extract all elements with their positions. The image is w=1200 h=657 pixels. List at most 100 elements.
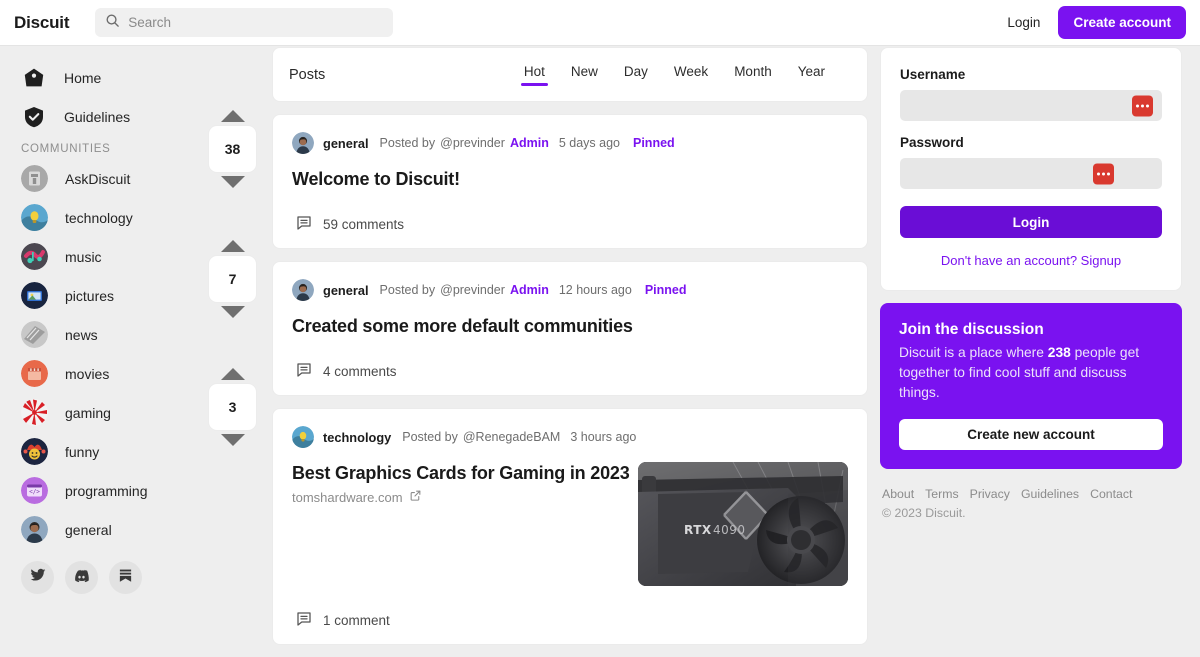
sidebar-item-home[interactable]: Home <box>0 58 271 97</box>
post-link-domain[interactable]: tomshardware.com <box>292 489 638 505</box>
post-footer: 59 comments <box>292 200 848 248</box>
footer-link-about[interactable]: About <box>882 487 914 501</box>
post-community[interactable]: general <box>323 283 369 298</box>
dot <box>1102 172 1105 175</box>
search-icon <box>105 13 120 33</box>
downvote-button[interactable] <box>220 433 246 447</box>
community-avatar-programming: </> <box>21 477 48 504</box>
upvote-button[interactable] <box>220 239 246 253</box>
post-meta: technology Posted by @RenegadeBAM 3 hour… <box>292 424 848 450</box>
comment-icon <box>295 610 313 631</box>
post-comments-button[interactable]: 1 comment <box>295 610 390 631</box>
tab-hot[interactable]: Hot <box>520 64 548 86</box>
post-title[interactable]: Created some more default communities <box>292 316 848 337</box>
post-author[interactable]: @RenegadeBAM <box>463 430 560 444</box>
upvote-button[interactable] <box>220 109 246 123</box>
community-avatar-news <box>21 321 48 348</box>
create-account-button[interactable]: Create account <box>1058 6 1186 39</box>
community-avatar-askdiscuit <box>21 165 48 192</box>
community-avatar-gaming <box>21 399 48 426</box>
post-author[interactable]: @previnder <box>440 136 505 150</box>
password-field-wrapper <box>900 158 1162 189</box>
comment-icon <box>295 361 313 382</box>
search-box[interactable] <box>95 8 394 37</box>
create-new-account-button[interactable]: Create new account <box>899 419 1163 450</box>
footer-link-contact[interactable]: Contact <box>1090 487 1132 501</box>
tab-year[interactable]: Year <box>798 64 825 86</box>
post-meta: general Posted by @previnder Admin 5 day… <box>292 130 848 156</box>
join-text-before: Discuit is a place where <box>899 345 1048 360</box>
substack-link[interactable] <box>109 561 142 594</box>
tab-new[interactable]: New <box>571 64 598 86</box>
post-author-badge: Admin <box>509 283 549 297</box>
sidebar-social-links <box>0 561 271 594</box>
signup-link[interactable]: Don't have an account? Signup <box>900 253 1162 268</box>
login-submit-button[interactable]: Login <box>900 206 1162 238</box>
post-thumbnail[interactable]: RTX 4090 <box>638 462 848 586</box>
downvote-button[interactable] <box>220 305 246 319</box>
post-comments-button[interactable]: 59 comments <box>295 214 404 235</box>
sidebar-item-programming[interactable]: </> programming <box>0 471 271 510</box>
post-posted-by-label: Posted by <box>402 430 458 444</box>
post-author[interactable]: @previnder <box>440 283 505 297</box>
tab-day[interactable]: Day <box>624 64 648 86</box>
post-timestamp: 5 days ago <box>558 136 620 150</box>
login-card: Username Password Login Don't have an ac… <box>880 47 1182 291</box>
shield-check-icon <box>21 104 47 130</box>
post-comments-count: 1 comment <box>323 612 390 628</box>
post-card: general Posted by @previnder Admin 5 day… <box>272 114 868 249</box>
brand-logo[interactable]: Discuit <box>14 13 69 33</box>
community-avatar-movies <box>21 360 48 387</box>
sidebar-item-news[interactable]: news <box>0 315 271 354</box>
post-vote-widget: 7 <box>209 239 256 319</box>
username-input[interactable] <box>900 90 1162 121</box>
community-avatar-general[interactable] <box>292 132 314 154</box>
post-feed: Posts Hot New Day Week Month Year genera… <box>272 47 868 657</box>
sidebar-item-label: technology <box>65 209 133 226</box>
substack-icon <box>118 568 133 588</box>
login-link[interactable]: Login <box>1007 15 1040 30</box>
footer-link-privacy[interactable]: Privacy <box>970 487 1010 501</box>
post-footer: 1 comment <box>292 596 848 644</box>
join-discussion-card: Join the discussion Discuit is a place w… <box>880 303 1182 469</box>
navbar-actions: Login Create account <box>1007 6 1186 39</box>
post-pinned-badge: Pinned <box>644 283 687 297</box>
tab-month[interactable]: Month <box>734 64 772 86</box>
post-title[interactable]: Best Graphics Cards for Gaming in 2023 <box>292 463 638 484</box>
sidebar-item-technology[interactable]: technology <box>0 198 271 237</box>
community-avatar-technology[interactable] <box>292 426 314 448</box>
search-input[interactable] <box>128 15 384 30</box>
post-footer: 4 comments <box>292 347 848 395</box>
discord-link[interactable] <box>65 561 98 594</box>
page-body: Home Guidelines COMMUNITIES AskDiscuit t… <box>0 47 1200 645</box>
password-input[interactable] <box>900 158 1162 189</box>
post-posted-by-label: Posted by <box>379 283 436 297</box>
feed-header: Posts Hot New Day Week Month Year <box>272 47 868 102</box>
downvote-button[interactable] <box>220 175 246 189</box>
post-comments-button[interactable]: 4 comments <box>295 361 397 382</box>
sidebar-item-label: AskDiscuit <box>65 170 131 187</box>
join-title: Join the discussion <box>899 321 1044 338</box>
twitter-link[interactable] <box>21 561 54 594</box>
post-community[interactable]: technology <box>323 430 391 445</box>
post-card: general Posted by @previnder Admin 12 ho… <box>272 261 868 396</box>
password-manager-icon[interactable] <box>1132 95 1153 116</box>
svg-text:RTX: RTX <box>684 523 712 537</box>
vote-count: 38 <box>209 126 256 172</box>
post-title[interactable]: Welcome to Discuit! <box>292 169 848 190</box>
post-author-badge: Admin <box>509 136 549 150</box>
password-manager-icon[interactable] <box>1093 163 1114 184</box>
footer-link-terms[interactable]: Terms <box>925 487 958 501</box>
community-avatar-music <box>21 243 48 270</box>
discord-icon <box>73 567 90 589</box>
sidebar-item-general[interactable]: general <box>0 510 271 549</box>
footer-link-guidelines[interactable]: Guidelines <box>1021 487 1079 501</box>
community-avatar-general[interactable] <box>292 279 314 301</box>
tab-week[interactable]: Week <box>674 64 708 86</box>
upvote-button[interactable] <box>220 367 246 381</box>
community-avatar-pictures <box>21 282 48 309</box>
post-community[interactable]: general <box>323 136 369 151</box>
post-pinned-badge: Pinned <box>633 136 675 150</box>
sidebar-item-label: gaming <box>65 404 111 421</box>
sidebar-item-label: music <box>65 248 102 265</box>
